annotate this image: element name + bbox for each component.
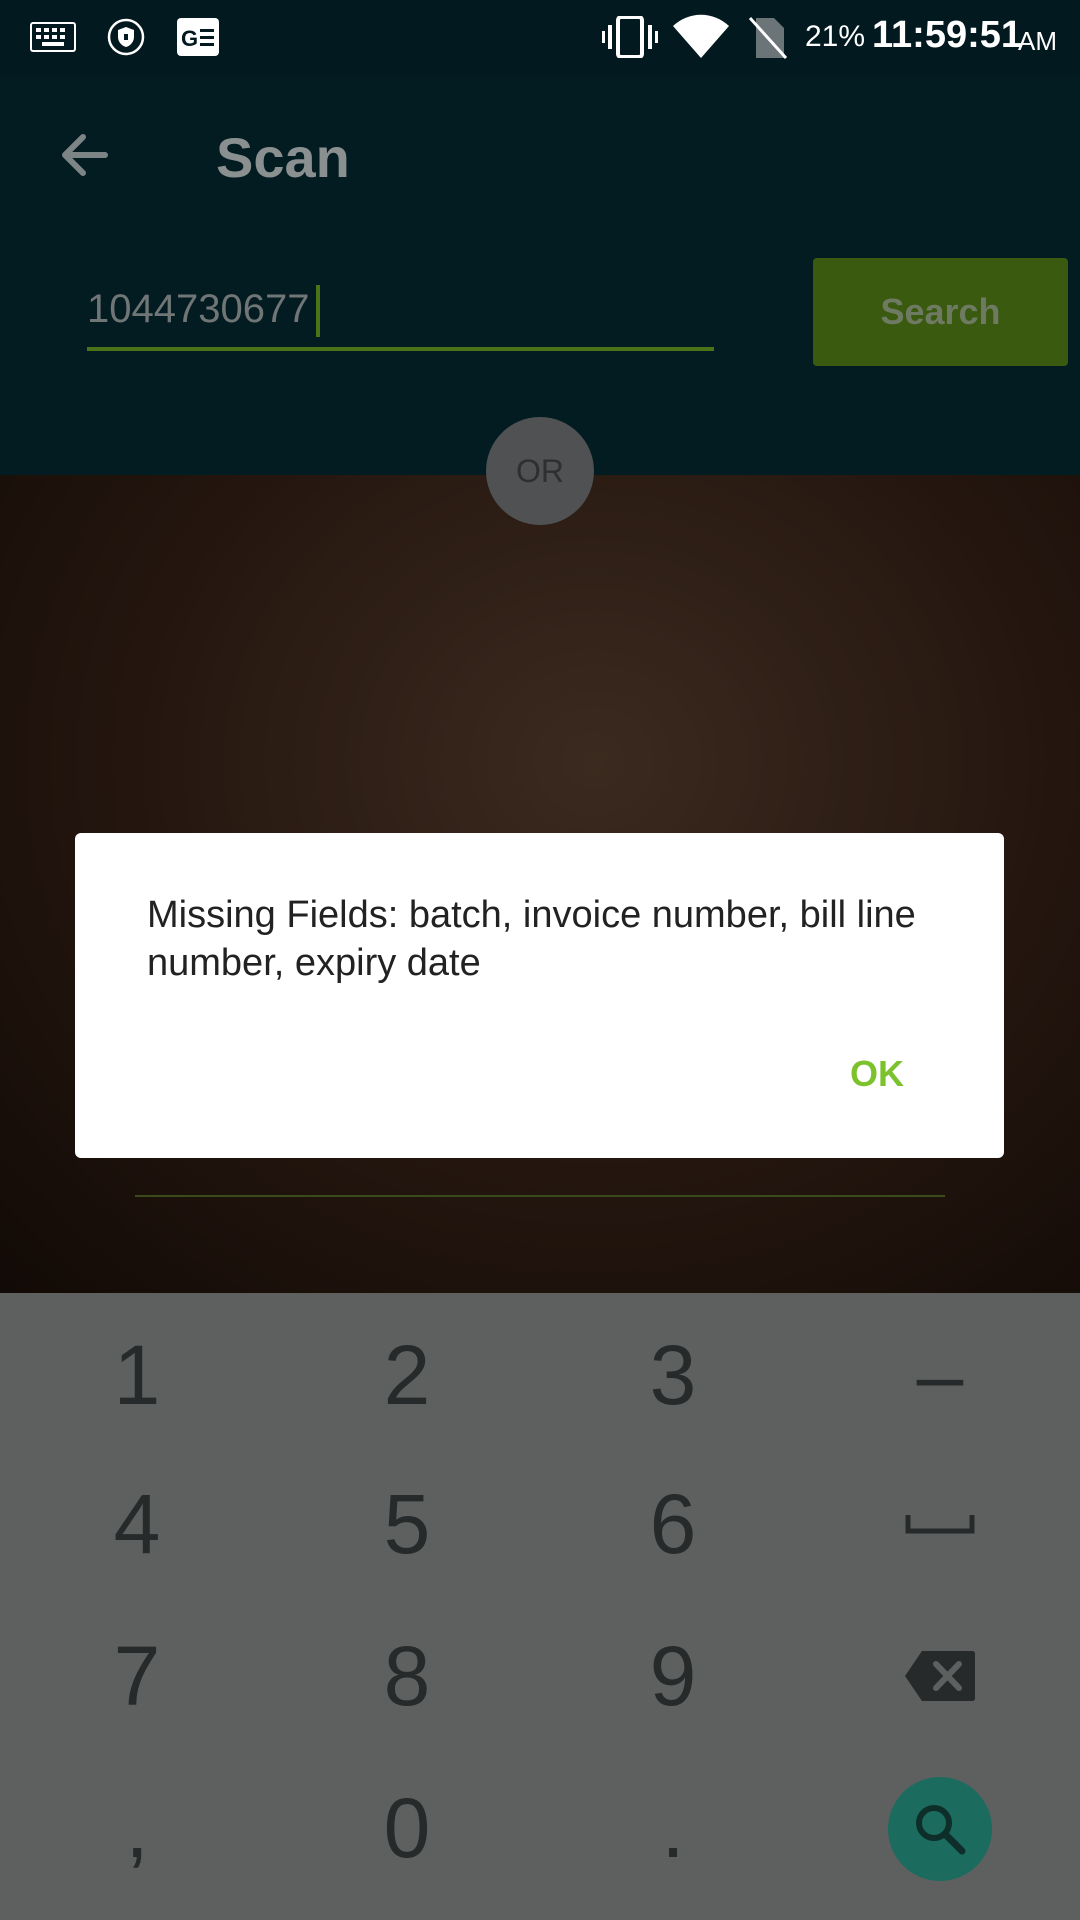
- ok-button[interactable]: OK: [850, 1053, 904, 1095]
- key-8[interactable]: 8: [327, 1611, 487, 1741]
- key-comma[interactable]: ,: [57, 1763, 217, 1893]
- search-icon: [916, 1805, 966, 1855]
- key-6[interactable]: 6: [593, 1459, 753, 1589]
- key-3[interactable]: 3: [593, 1310, 753, 1440]
- dialog-message: Missing Fields: batch, invoice number, b…: [147, 894, 916, 984]
- shield-icon: [107, 18, 145, 56]
- key-9[interactable]: 9: [593, 1611, 753, 1741]
- key-dash[interactable]: –: [860, 1310, 1020, 1440]
- key-2[interactable]: 2: [327, 1310, 487, 1440]
- battery-percent: 21%: [805, 20, 866, 53]
- key-space[interactable]: [860, 1459, 1020, 1589]
- page-title: Scan: [216, 126, 350, 189]
- text-cursor: [316, 285, 320, 337]
- status-bar: G 21% 11:59:51 AM: [0, 0, 1080, 75]
- app-bar: Scan 1044730677 Search: [0, 75, 1080, 475]
- key-4[interactable]: 4: [57, 1459, 217, 1589]
- key-backspace[interactable]: [860, 1611, 1020, 1741]
- svg-text:G: G: [181, 26, 198, 51]
- space-bar-icon: [905, 1515, 975, 1534]
- barcode-search-input[interactable]: 1044730677: [87, 275, 714, 351]
- vibrate-icon: [602, 16, 658, 58]
- news-icon: G: [177, 18, 219, 56]
- clock-ampm: AM: [1018, 26, 1057, 56]
- wifi-icon: [673, 14, 729, 58]
- key-5[interactable]: 5: [327, 1459, 487, 1589]
- key-7[interactable]: 7: [57, 1611, 217, 1741]
- missing-fields-dialog: Missing Fields: batch, invoice number, b…: [75, 833, 1004, 1158]
- no-sim-icon: [748, 16, 788, 60]
- keyboard-icon: [30, 22, 76, 52]
- or-badge: OR: [486, 417, 594, 525]
- search-input-value: 1044730677: [87, 287, 310, 331]
- keyboard-search-button[interactable]: [888, 1777, 992, 1881]
- key-0[interactable]: 0: [327, 1763, 487, 1893]
- key-period[interactable]: .: [593, 1763, 753, 1893]
- back-arrow-icon[interactable]: [55, 125, 115, 185]
- search-button[interactable]: Search: [813, 258, 1068, 366]
- scan-frame-line: [135, 1195, 945, 1197]
- clock-time: 11:59:51: [872, 14, 1023, 56]
- backspace-icon: [905, 1651, 975, 1701]
- key-1[interactable]: 1: [57, 1310, 217, 1440]
